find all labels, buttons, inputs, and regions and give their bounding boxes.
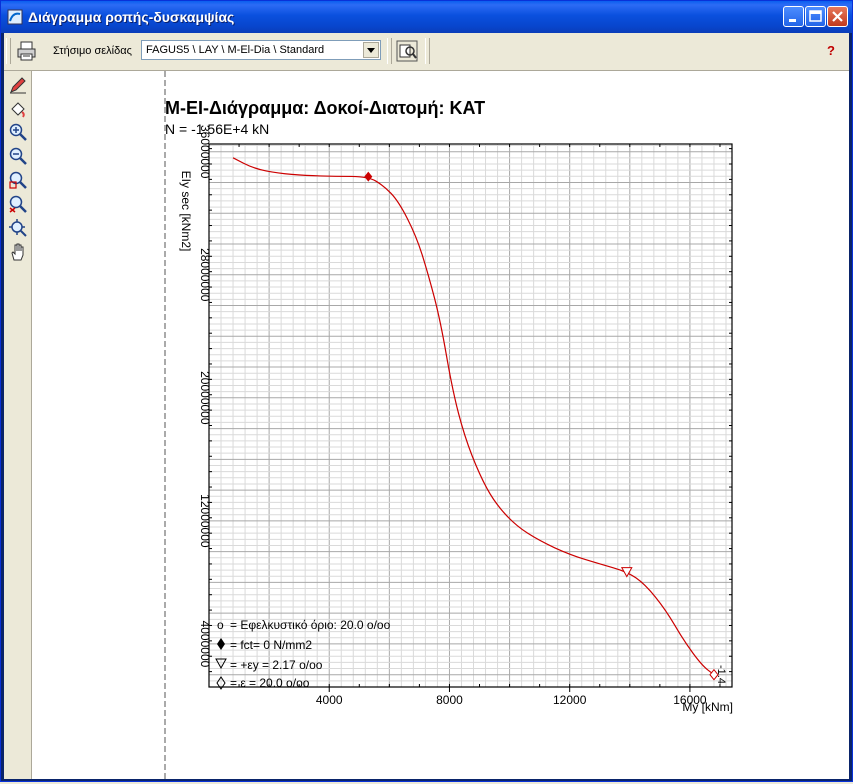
toolbar-grip[interactable] (6, 38, 11, 64)
close-button[interactable] (827, 6, 848, 27)
maximize-icon (809, 10, 822, 22)
page-setup-icon[interactable] (395, 39, 419, 63)
legend-item-3: = ε = 20.0 o/oo (230, 676, 310, 690)
paint-icon[interactable] (8, 99, 28, 119)
app-window: Διάγραμμα ροπής-δυσκαμψίας Στήσιμο σελίδ… (0, 0, 853, 782)
page-setup-label[interactable]: Στήσιμο σελίδας (53, 45, 132, 57)
chart-canvas[interactable]: M-EI-Διάγραμμα: Δοκοί-Διατομή: KAT N = -… (32, 71, 849, 779)
layout-select-value: FAGUS5 \ LAY \ M-El-Dia \ Standard (146, 44, 325, 56)
toolbar-separator (387, 38, 392, 64)
minimize-icon (789, 19, 796, 22)
tool-sidebar (4, 71, 32, 779)
chevron-down-icon (367, 48, 375, 53)
app-icon (7, 9, 23, 25)
client-area: Στήσιμο σελίδας FAGUS5 \ LAY \ M-El-Dia … (4, 33, 849, 779)
x-tick-label: 4000 (316, 693, 343, 707)
zoom-out-icon[interactable] (8, 146, 28, 166)
legend-item-0: = Εφελκυστικό όριο: 20.0 o/oo (230, 618, 391, 632)
grid (209, 144, 732, 687)
layout-select[interactable]: FAGUS5 \ LAY \ M-El-Dia \ Standard (141, 40, 381, 60)
maximize-button[interactable] (805, 6, 826, 27)
pencil-icon[interactable] (8, 75, 28, 95)
minimize-button[interactable] (783, 6, 804, 27)
legend-item-1: = fct= 0 N/mm2 (230, 638, 312, 652)
toolbar-separator-2 (425, 38, 430, 64)
legend-symbol-0: o (217, 618, 224, 632)
chart-title: M-EI-Διάγραμμα: Δοκοί-Διατομή: KAT (165, 98, 485, 118)
window-title: Διάγραμμα ροπής-δυσκαμψίας (28, 9, 235, 25)
title-bar[interactable]: Διάγραμμα ροπής-δυσκαμψίας (1, 1, 852, 33)
zoom-in-icon[interactable] (8, 122, 28, 142)
zoom-all-icon[interactable] (8, 218, 28, 238)
help-button[interactable]: ? (827, 43, 835, 58)
legend-item-2: = +εy = 2.17 o/oo (230, 658, 323, 672)
curve-end-label: -1.4 (715, 665, 727, 684)
x-tick-label: 12000 (553, 693, 587, 707)
print-icon[interactable] (15, 39, 39, 63)
chart-subtitle: N = -1.56E+4 kN (165, 121, 269, 137)
chart-svg: M-EI-Διάγραμμα: Δοκοί-Διατομή: KAT N = -… (164, 71, 733, 779)
y-tick-label: 4000000 (198, 621, 212, 668)
toolbar: Στήσιμο σελίδας FAGUS5 \ LAY \ M-El-Dia … (4, 33, 849, 71)
y-axis-label: EIy sec [kNm2] (179, 171, 193, 252)
legend-symbol-1 (217, 638, 225, 650)
x-tick-label: 8000 (436, 693, 463, 707)
y-tick-label: 36000000 (198, 125, 212, 179)
close-icon (832, 11, 843, 22)
markers (364, 171, 719, 681)
zoom-previous-icon[interactable] (8, 194, 28, 214)
zoom-window-icon[interactable] (8, 170, 28, 190)
pan-hand-icon[interactable] (8, 242, 28, 262)
x-axis-label: My [kNm] (682, 700, 733, 714)
legend: o = Εφελκυστικό όριο: 20.0 o/oo = fct= 0… (215, 618, 391, 690)
layout-select-dropdown[interactable] (363, 42, 379, 58)
